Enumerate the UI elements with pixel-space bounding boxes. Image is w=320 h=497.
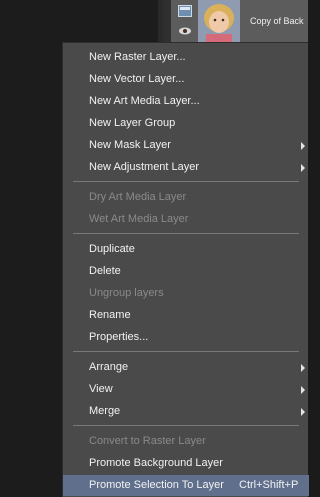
menu-item-label: Merge — [89, 405, 121, 417]
menu-item-label: Convert to Raster Layer — [89, 435, 206, 447]
menu-separator — [73, 181, 299, 182]
menu-separator — [73, 233, 299, 234]
menu-item-convert-to-raster-layer: Convert to Raster Layer — [63, 431, 309, 452]
menu-item-delete[interactable]: Delete — [63, 261, 309, 282]
menu-item-merge[interactable]: Merge — [63, 401, 309, 422]
menu-item-rename[interactable]: Rename — [63, 305, 309, 326]
menu-item-label: Ungroup layers — [89, 287, 164, 299]
menu-item-new-mask-layer[interactable]: New Mask Layer — [63, 135, 309, 156]
eye-icon[interactable] — [178, 26, 192, 36]
layers-context-menu: New Raster Layer... New Vector Layer... … — [62, 42, 309, 497]
menu-item-new-adjustment-layer[interactable]: New Adjustment Layer — [63, 157, 309, 178]
menu-separator — [73, 351, 299, 352]
layer-name: Copy of Back — [250, 16, 304, 26]
menu-item-label: Properties... — [89, 331, 149, 343]
menu-item-label: Rename — [89, 309, 131, 321]
menu-item-label: New Art Media Layer... — [89, 95, 200, 107]
menu-item-promote-background-layer[interactable]: Promote Background Layer — [63, 453, 309, 474]
submenu-arrow-icon — [301, 164, 305, 172]
menu-item-label: Wet Art Media Layer — [89, 213, 189, 225]
menu-item-duplicate[interactable]: Duplicate — [63, 239, 309, 260]
layer-thumbnail[interactable] — [198, 0, 240, 43]
menu-item-view[interactable]: View — [63, 379, 309, 400]
submenu-arrow-icon — [301, 386, 305, 394]
menu-item-shortcut: Ctrl+Shift+P — [239, 479, 299, 491]
menu-item-properties[interactable]: Properties... — [63, 327, 309, 348]
menu-item-label: New Vector Layer... — [89, 73, 185, 85]
menu-item-label: New Adjustment Layer — [89, 161, 200, 173]
menu-item-new-vector-layer[interactable]: New Vector Layer... — [63, 69, 309, 90]
menu-item-wet-art-media-layer: Wet Art Media Layer — [63, 209, 309, 230]
menu-item-label: Promote Background Layer — [89, 457, 223, 469]
layer-type-icon[interactable] — [178, 5, 192, 17]
submenu-arrow-icon — [301, 142, 305, 150]
menu-item-new-layer-group[interactable]: New Layer Group — [63, 113, 309, 134]
menu-separator — [73, 425, 299, 426]
menu-item-promote-selection-to-layer[interactable]: Promote Selection To Layer Ctrl+Shift+P — [63, 475, 309, 496]
menu-item-new-raster-layer[interactable]: New Raster Layer... — [63, 47, 309, 68]
menu-item-label: Arrange — [89, 361, 129, 373]
submenu-arrow-icon — [301, 408, 305, 416]
menu-item-new-art-media-layer[interactable]: New Art Media Layer... — [63, 91, 309, 112]
menu-item-label: Dry Art Media Layer — [89, 191, 187, 203]
menu-item-arrange[interactable]: Arrange — [63, 357, 309, 378]
menu-item-label: New Raster Layer... — [89, 51, 186, 63]
menu-item-ungroup-layers: Ungroup layers — [63, 283, 309, 304]
menu-item-label: New Mask Layer — [89, 139, 171, 151]
menu-item-label: View — [89, 383, 113, 395]
menu-item-label: Promote Selection To Layer — [89, 479, 224, 491]
menu-item-label: Delete — [89, 265, 121, 277]
menu-item-dry-art-media-layer: Dry Art Media Layer — [63, 187, 309, 208]
menu-item-label: New Layer Group — [89, 117, 176, 129]
menu-item-label: Duplicate — [89, 243, 135, 255]
submenu-arrow-icon — [301, 364, 305, 372]
